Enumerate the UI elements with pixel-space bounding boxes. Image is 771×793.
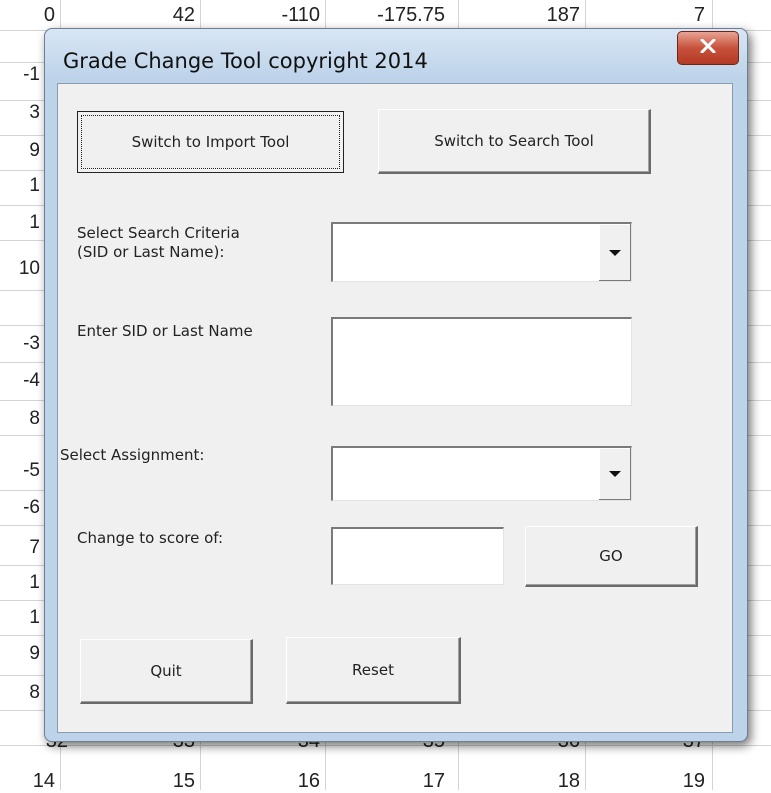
sheet-cell: 10 <box>18 258 40 279</box>
sheet-cell: 1 <box>29 212 40 233</box>
dialog-client-area: Switch to Import Tool Switch to Search T… <box>57 83 733 733</box>
switch-to-search-button[interactable]: Switch to Search Tool <box>378 109 651 174</box>
search-criteria-label-line1: Select Search Criteria <box>77 224 240 242</box>
go-button[interactable]: GO <box>525 526 698 587</box>
assignment-combobox[interactable] <box>331 446 632 501</box>
chevron-down-icon <box>609 471 621 477</box>
search-criteria-label: Select Search Criteria (SID or Last Name… <box>77 224 297 262</box>
sheet-cell: 187 <box>546 4 580 26</box>
focus-ring <box>81 115 340 169</box>
sid-lastname-label: Enter SID or Last Name <box>77 322 253 340</box>
sheet-cell: 1 <box>29 175 40 196</box>
score-label: Change to score of: <box>77 529 224 547</box>
sheet-cell: -5 <box>23 460 40 481</box>
sheet-cell: 7 <box>693 4 705 26</box>
sheet-cell: 3 <box>29 102 40 123</box>
reset-label: Reset <box>352 661 394 679</box>
sheet-cell: 0 <box>43 4 55 26</box>
title-bar[interactable]: Grade Change Tool copyright 2014 <box>45 29 747 81</box>
quit-label: Quit <box>150 662 182 680</box>
close-icon <box>700 38 716 58</box>
sid-lastname-input[interactable] <box>331 317 632 406</box>
sheet-cell: -175.75 <box>377 4 445 26</box>
chevron-down-icon <box>609 249 621 256</box>
sheet-cell: -1 <box>23 64 40 85</box>
sheet-cell: 8 <box>29 408 40 429</box>
search-criteria-dropdown-button[interactable] <box>598 224 631 281</box>
sheet-cell: -3 <box>23 333 40 354</box>
switch-to-search-label: Switch to Search Tool <box>434 132 594 150</box>
grade-change-dialog: Grade Change Tool copyright 2014 Switch … <box>44 28 748 742</box>
sheet-cell: 1 <box>29 572 40 593</box>
score-input[interactable] <box>331 527 504 585</box>
quit-button[interactable]: Quit <box>80 639 253 704</box>
sheet-cell: 9 <box>29 140 40 161</box>
switch-to-import-button[interactable]: Switch to Import Tool <box>77 111 344 173</box>
search-criteria-combobox[interactable] <box>331 222 632 282</box>
sheet-cell: 8 <box>29 682 40 703</box>
sheet-cell: 1 <box>29 607 40 628</box>
reset-button[interactable]: Reset <box>286 637 461 704</box>
close-button[interactable] <box>677 31 739 65</box>
sheet-cell: 42 <box>172 4 195 26</box>
sheet-cell: -4 <box>23 370 40 391</box>
sheet-cell: -110 <box>281 4 320 26</box>
search-criteria-label-line2: (SID or Last Name): <box>77 243 225 261</box>
sheet-cell: 7 <box>29 537 40 558</box>
sheet-cell: -6 <box>23 497 40 518</box>
go-label: GO <box>599 547 623 565</box>
window-title: Grade Change Tool copyright 2014 <box>63 49 428 73</box>
assignment-label: Select Assignment: <box>60 446 205 464</box>
assignment-dropdown-button[interactable] <box>598 448 631 500</box>
sheet-cell: 9 <box>29 643 40 664</box>
